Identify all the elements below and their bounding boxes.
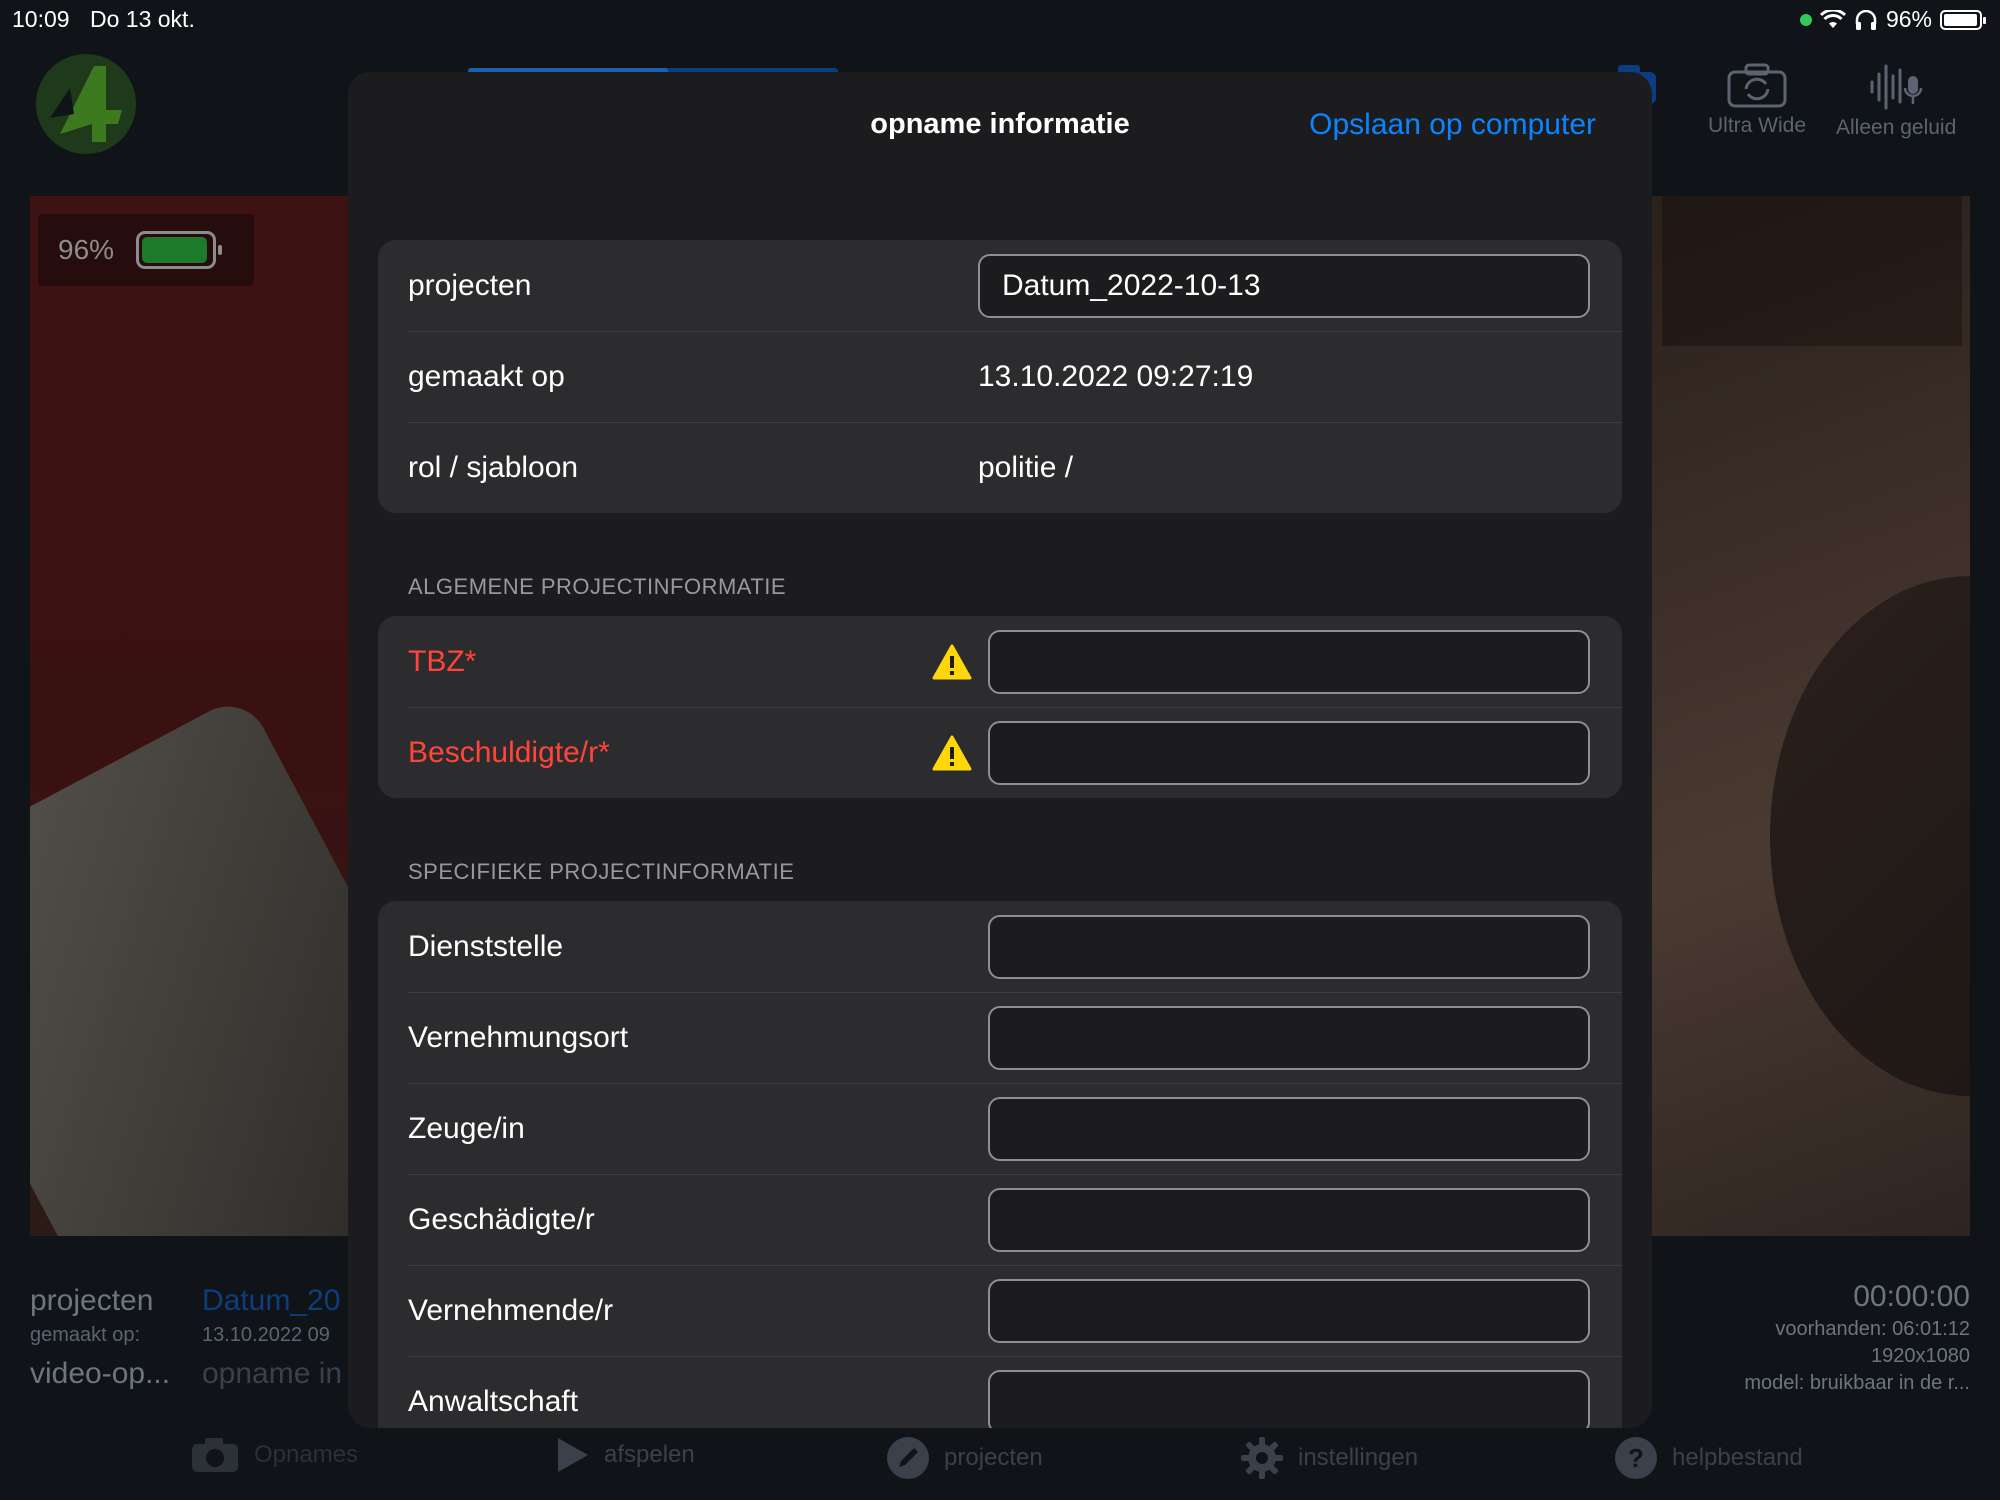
field-row: Vernehmende/r <box>378 1265 1622 1356</box>
tab-label: helpbestand <box>1672 1444 1803 1471</box>
role-row: rol / sjabloon politie / <box>378 422 1622 513</box>
type-value: opname in <box>202 1357 343 1390</box>
field-row: Zeuge/in <box>378 1083 1622 1174</box>
wifi-icon <box>1819 9 1846 28</box>
headphones-icon <box>1855 9 1877 30</box>
field-label-vernehmende: Vernehmende/r <box>408 1293 614 1327</box>
field-label-vernehmungsort: Vernehmungsort <box>408 1020 629 1054</box>
field-label-accused: Beschuldigte/r* <box>408 735 610 769</box>
tbz-input[interactable] <box>988 629 1590 694</box>
tab-projecten[interactable]: projecten <box>886 1436 1043 1480</box>
video-preview-right <box>1650 196 1970 1236</box>
tab-bar: Opnames afspelen projecten instellingen … <box>0 1436 2000 1500</box>
field-label-tbz: TBZ* <box>408 644 477 678</box>
field-row: Beschuldigte/r* <box>378 707 1622 798</box>
projects-row-label: projecten <box>408 268 532 302</box>
tab-label: instellingen <box>1298 1444 1419 1471</box>
created-row: gemaakt op 13.10.2022 09:27:19 <box>378 331 1622 422</box>
status-date: Do 13 okt. <box>90 6 195 32</box>
field-row: Dienststelle <box>378 901 1622 992</box>
created-row-label: gemaakt op <box>408 359 565 393</box>
battery-icon <box>1940 9 1986 30</box>
recording-details-group: projecten Datum_2022-10-13 gemaakt op 13… <box>378 240 1622 513</box>
projects-row: projecten Datum_2022-10-13 <box>378 240 1622 331</box>
specific-section-header: SPECIFIEKE PROJECTINFORMATIE <box>408 859 795 884</box>
created-row-value: 13.10.2022 09:27:19 <box>978 359 1254 393</box>
save-to-computer-button[interactable]: Opslaan op computer <box>1309 108 1596 142</box>
recording-timer: 00:00:00 <box>1853 1280 1970 1313</box>
zeuge-input[interactable] <box>988 1096 1590 1161</box>
video-preview-left: 96% <box>30 196 350 1236</box>
vernehmungsort-input[interactable] <box>988 1005 1590 1070</box>
accused-input[interactable] <box>988 720 1590 785</box>
general-section-header: ALGEMENE PROJECTINFORMATIE <box>408 574 787 599</box>
projects-label: projecten <box>30 1284 154 1317</box>
field-row: Vernehmungsort <box>378 992 1622 1083</box>
tab-label: projecten <box>944 1444 1043 1471</box>
resolution: 1920x1080 <box>1871 1345 1970 1367</box>
audio-only-label: Alleen geluid <box>1836 116 1957 139</box>
anwaltschaft-input[interactable] <box>988 1369 1590 1428</box>
camera-in-use-dot <box>1799 13 1812 26</box>
play-icon <box>558 1438 588 1472</box>
tab-opnames[interactable]: Opnames <box>190 1436 358 1474</box>
field-label-geschaedigte: Geschädigte/r <box>408 1202 595 1236</box>
recording-info-labels: projecten gemaakt op: video-op... <box>30 1284 170 1391</box>
vernehmende-input[interactable] <box>988 1278 1590 1343</box>
created-label: gemaakt op: <box>30 1324 141 1346</box>
svg-text:?: ? <box>1628 1443 1644 1473</box>
camera-rotate-icon <box>1727 63 1787 108</box>
tab-label: afspelen <box>604 1441 695 1468</box>
tab-label: Opnames <box>254 1441 359 1468</box>
role-row-label: rol / sjabloon <box>408 450 579 484</box>
gear-icon <box>1241 1437 1283 1479</box>
role-row-value: politie / <box>978 450 1074 484</box>
general-info-group: TBZ* Beschuldigte/r* <box>378 616 1622 798</box>
tab-helpbestand[interactable]: ? helpbestand <box>1614 1436 1803 1480</box>
recording-info-values: Datum_20 13.10.2022 09 opname in <box>202 1284 350 1391</box>
projects-field-value: Datum_2022-10-13 <box>1002 268 1261 302</box>
tab-afspelen[interactable]: afspelen <box>556 1436 695 1474</box>
recording-stats: 00:00:00 voorhanden: 06:01:12 1920x1080 … <box>1744 1280 1970 1395</box>
recording-info-sheet: opname informatie Opslaan op computer pr… <box>348 72 1652 1428</box>
overlay-battery-percent: 96% <box>58 234 115 265</box>
warning-icon <box>932 644 972 680</box>
specific-info-group: Dienststelle Vernehmungsort Zeuge/in Ges… <box>378 901 1622 1428</box>
warning-icon <box>932 735 972 771</box>
field-label-zeuge: Zeuge/in <box>408 1111 525 1145</box>
geschaedigte-input[interactable] <box>988 1187 1590 1252</box>
field-row: Geschädigte/r <box>378 1174 1622 1265</box>
waveform-mic-icon <box>1870 64 1923 110</box>
camera-icon <box>192 1438 238 1472</box>
field-label-dienststelle: Dienststelle <box>408 929 564 963</box>
app-logo <box>36 54 136 154</box>
tab-instellingen[interactable]: instellingen <box>1240 1436 1418 1480</box>
model-info: model: bruikbaar in de r... <box>1744 1372 1970 1394</box>
ultra-wide-label: Ultra Wide <box>1708 114 1807 137</box>
status-bar: 10:09 Do 13 okt. 96% <box>0 0 2000 36</box>
status-time: 10:09 <box>12 6 70 32</box>
type-label: video-op... <box>30 1357 171 1390</box>
dienststelle-input[interactable] <box>988 914 1590 979</box>
ultra-wide-button[interactable]: Ultra Wide <box>1708 62 1806 138</box>
projects-value[interactable]: Datum_20 <box>202 1284 350 1318</box>
field-row: Anwaltschaft <box>378 1356 1622 1428</box>
pencil-icon <box>887 1437 929 1479</box>
field-row: TBZ* <box>378 616 1622 707</box>
battery-icon <box>136 231 223 269</box>
audio-only-button[interactable]: Alleen geluid <box>1836 62 1956 140</box>
status-indicators: 96% <box>1799 6 1986 33</box>
available-time: voorhanden: 06:01:12 <box>1775 1318 1970 1340</box>
created-value: 13.10.2022 09 <box>202 1324 330 1346</box>
battery-overlay: 96% <box>38 214 254 286</box>
projects-field[interactable]: Datum_2022-10-13 <box>978 253 1590 318</box>
field-label-anwaltschaft: Anwaltschaft <box>408 1384 579 1418</box>
status-battery-percent: 96% <box>1885 6 1932 32</box>
question-icon: ? <box>1615 1437 1657 1479</box>
